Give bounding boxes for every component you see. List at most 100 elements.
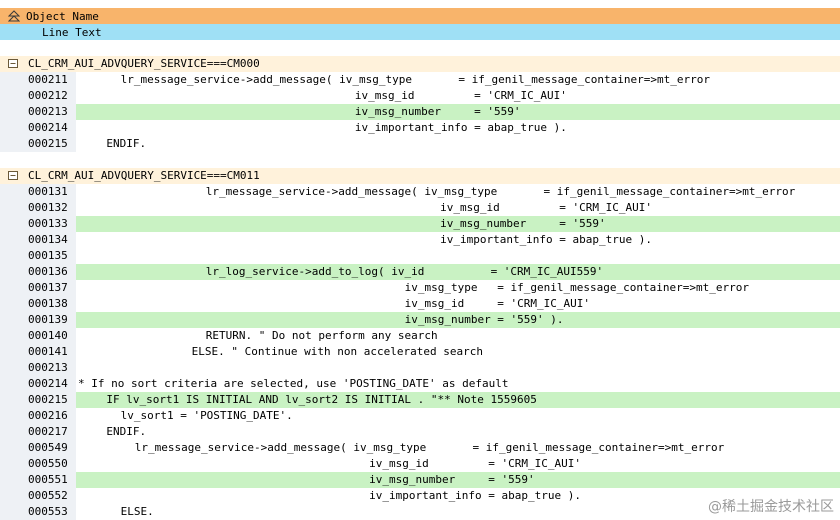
code-line-row[interactable]: 000135 — [0, 248, 840, 264]
line-text: * If no sort criteria are selected, use … — [78, 377, 509, 390]
line-text-cell: iv_msg_number = '559' — [76, 472, 840, 488]
code-line-row[interactable]: 000136 lr_log_service->add_to_log( iv_id … — [0, 264, 840, 280]
line-number: 000212 — [28, 89, 68, 102]
collapse-node-icon[interactable] — [8, 171, 18, 180]
code-line-row[interactable]: 000551 iv_msg_number = '559' — [0, 472, 840, 488]
code-line-row[interactable]: 000211 lr_message_service->add_message( i… — [0, 72, 840, 88]
column-header-line-text[interactable]: Line Text — [0, 24, 840, 40]
line-text: ENDIF. — [106, 137, 147, 150]
code-line-row[interactable]: 000132 iv_msg_id = 'CRM_IC_AUI' — [0, 200, 840, 216]
line-text-cell: lr_message_service->add_message( iv_msg_… — [76, 440, 840, 456]
code-line-row[interactable]: 000139 iv_msg_number = '559' ). — [0, 312, 840, 328]
line-text: iv_important_info = abap_true ). — [369, 489, 582, 502]
code-line-row[interactable]: 000216 lv_sort1 = 'POSTING_DATE'. — [0, 408, 840, 424]
code-line-row[interactable]: 000549 lr_message_service->add_message( i… — [0, 440, 840, 456]
line-number: 000138 — [28, 297, 68, 310]
line-text-cell: lr_message_service->add_message( iv_msg_… — [76, 184, 840, 200]
line-number-cell: 000216 — [0, 408, 76, 424]
line-number: 000552 — [28, 489, 68, 502]
header-line-text-label: Line Text — [42, 26, 102, 39]
line-number-cell: 000134 — [0, 232, 76, 248]
line-number-cell: 000139 — [0, 312, 76, 328]
line-text-cell: iv_msg_number = '559' ). — [76, 312, 840, 328]
line-number: 000133 — [28, 217, 68, 230]
line-text-cell — [76, 248, 840, 264]
code-line-row[interactable]: 000138 iv_msg_id = 'CRM_IC_AUI' — [0, 296, 840, 312]
line-number: 000137 — [28, 281, 68, 294]
line-text-cell: iv_msg_id = 'CRM_IC_AUI' — [76, 456, 840, 472]
code-line-row[interactable]: 000215 ENDIF. — [0, 136, 840, 152]
line-number: 000131 — [28, 185, 68, 198]
line-text: iv_msg_number = '559' — [369, 473, 535, 486]
line-text: RETURN. " Do not perform any search — [205, 329, 438, 342]
line-text-cell: iv_msg_type = if_genil_message_container… — [76, 280, 840, 296]
line-text-cell: * If no sort criteria are selected, use … — [76, 376, 840, 392]
line-number-cell: 000136 — [0, 264, 76, 280]
line-text: iv_important_info = abap_true ). — [354, 121, 567, 134]
line-text: iv_msg_id = 'CRM_IC_AUI' — [404, 297, 591, 310]
line-number: 000550 — [28, 457, 68, 470]
line-number: 000214 — [28, 121, 68, 134]
line-text-cell: iv_important_info = abap_true ). — [76, 120, 840, 136]
line-number: 000215 — [28, 137, 68, 150]
line-number: 000214 — [28, 377, 68, 390]
code-line-row[interactable]: 000134 iv_important_info = abap_true ). — [0, 232, 840, 248]
collapse-node-icon[interactable] — [8, 59, 18, 68]
line-number-cell: 000138 — [0, 296, 76, 312]
code-line-row[interactable]: 000137 iv_msg_type = if_genil_message_con… — [0, 280, 840, 296]
line-text-cell: lr_log_service->add_to_log( iv_id = 'CRM… — [76, 264, 840, 280]
code-line-row[interactable]: 000214 * If no sort criteria are selected… — [0, 376, 840, 392]
code-line-row[interactable]: 000213 — [0, 360, 840, 376]
line-number-cell: 000551 — [0, 472, 76, 488]
line-text: iv_msg_id = 'CRM_IC_AUI' — [440, 201, 653, 214]
line-number: 000215 — [28, 393, 68, 406]
line-text-cell: iv_msg_id = 'CRM_IC_AUI' — [76, 200, 840, 216]
code-line-row[interactable]: 000550 iv_msg_id = 'CRM_IC_AUI' — [0, 456, 840, 472]
line-number: 000551 — [28, 473, 68, 486]
line-number: 000136 — [28, 265, 68, 278]
object-name[interactable]: CL_CRM_AUI_ADVQUERY_SERVICE===CM000 — [28, 57, 260, 71]
line-text: ELSE. " Continue with non accelerated se… — [191, 345, 483, 358]
line-text: iv_msg_id = 'CRM_IC_AUI' — [354, 89, 567, 102]
code-line-row[interactable]: 000133 iv_msg_number = '559' — [0, 216, 840, 232]
line-number: 000216 — [28, 409, 68, 422]
line-number-cell: 000213 — [0, 104, 76, 120]
object-section-header[interactable]: CL_CRM_AUI_ADVQUERY_SERVICE===CM000 — [0, 56, 840, 72]
line-number-cell: 000215 — [0, 392, 76, 408]
line-number-cell: 000132 — [0, 200, 76, 216]
watermark: @稀土掘金技术社区 — [708, 499, 834, 515]
line-text: iv_msg_number = '559' — [354, 105, 521, 118]
line-text-cell: lv_sort1 = 'POSTING_DATE'. — [76, 408, 840, 424]
code-line-row[interactable]: 000213 iv_msg_number = '559' — [0, 104, 840, 120]
line-text: lr_log_service->add_to_log( iv_id = 'CRM… — [205, 265, 604, 278]
line-number-cell: 000552 — [0, 488, 76, 504]
line-number-cell: 000135 — [0, 248, 76, 264]
line-number: 000139 — [28, 313, 68, 326]
code-line-row[interactable]: 000217 ENDIF. — [0, 424, 840, 440]
code-line-row[interactable]: 000141 ELSE. " Continue with non accelera… — [0, 344, 840, 360]
line-number-cell: 000137 — [0, 280, 76, 296]
line-text-cell: iv_msg_number = '559' — [76, 216, 840, 232]
line-number-cell: 000133 — [0, 216, 76, 232]
code-line-row[interactable]: 000214 iv_important_info = abap_true ). — [0, 120, 840, 136]
line-text-cell: iv_msg_number = '559' — [76, 104, 840, 120]
code-line-row[interactable]: 000131 lr_message_service->add_message( i… — [0, 184, 840, 200]
line-text-cell: lr_message_service->add_message( iv_msg_… — [76, 72, 840, 88]
line-text: ENDIF. — [106, 425, 147, 438]
collapse-all-icon[interactable] — [8, 10, 20, 22]
line-text-cell: iv_msg_id = 'CRM_IC_AUI' — [76, 296, 840, 312]
column-header-object-name[interactable]: Object Name — [0, 8, 840, 24]
code-line-row[interactable]: 000212 iv_msg_id = 'CRM_IC_AUI' — [0, 88, 840, 104]
object-name[interactable]: CL_CRM_AUI_ADVQUERY_SERVICE===CM011 — [28, 169, 260, 183]
header-object-name-label: Object Name — [26, 10, 99, 23]
code-line-row[interactable]: 000140 RETURN. " Do not perform any searc… — [0, 328, 840, 344]
line-number-cell: 000213 — [0, 360, 76, 376]
code-line-row[interactable]: 000215 IF lv_sort1 IS INITIAL AND lv_sort… — [0, 392, 840, 408]
line-number: 000132 — [28, 201, 68, 214]
line-number: 000140 — [28, 329, 68, 342]
line-number-cell: 000549 — [0, 440, 76, 456]
line-text: ELSE. — [120, 505, 154, 518]
object-section-header[interactable]: CL_CRM_AUI_ADVQUERY_SERVICE===CM011 — [0, 168, 840, 184]
line-number: 000553 — [28, 505, 68, 518]
line-number-cell: 000550 — [0, 456, 76, 472]
